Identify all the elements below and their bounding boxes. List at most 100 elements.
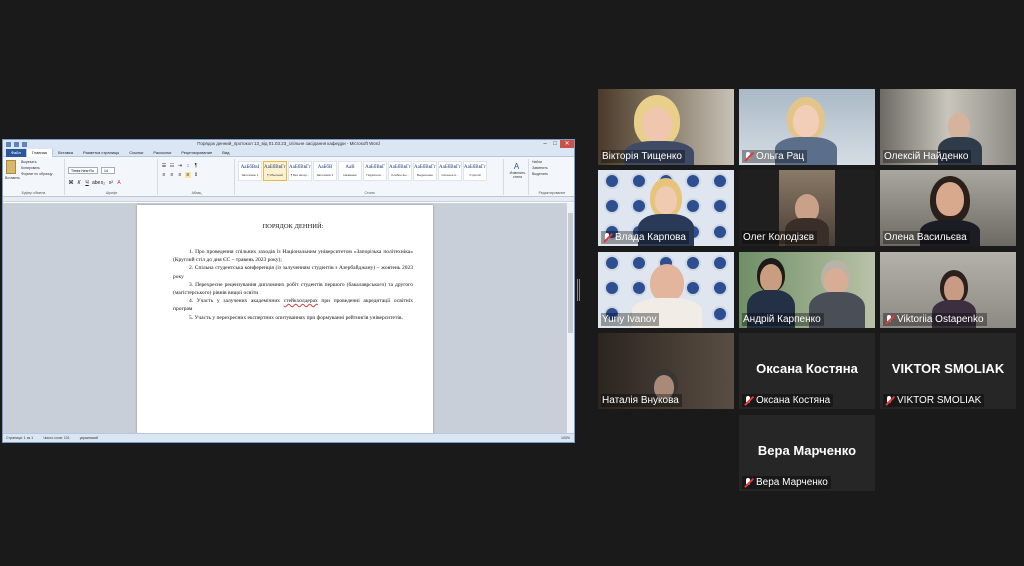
style-item[interactable]: AaБбВвI Заголовок 1 [238,161,262,181]
tab-insert[interactable]: Вставка [53,149,78,157]
paragraph-group-label: Абзац [191,191,202,195]
participant-tile[interactable]: Yuriy Ivanov [598,252,734,328]
paste-button[interactable]: Вставить [3,175,20,181]
panel-splitter-handle[interactable] [577,279,580,301]
tab-home[interactable]: Главная [25,148,54,157]
style-item[interactable]: AaБбВвГг ¶ Без интер... [288,161,312,181]
doc-item-1: 1. Про проведення спільних заходів із На… [173,249,413,264]
indent-button[interactable]: ⇥ [177,163,183,169]
status-words[interactable]: Число слов: 101 [43,436,69,440]
style-sample: AaБбВвГ [365,165,385,170]
document-area: ПОРЯДОК ДЕННИЙ: 1. Про проведення спільн… [3,203,566,442]
style-name: Строгий [469,173,481,177]
tab-file[interactable]: Файл [6,148,26,157]
italic-button[interactable]: К [76,180,82,186]
status-bar: Страница: 1 из 1 Число слов: 101 украинс… [3,433,574,442]
underline-button[interactable]: Ч [84,180,90,186]
style-sample: AaБбВвГг [389,165,411,170]
align-center-button[interactable]: ≡ [169,172,175,178]
style-sample: AaБбВвГг [439,165,461,170]
style-item[interactable]: AaБбВвГг Строгий [463,161,487,181]
doc-item-4: 4. Участь у залучених академічних стейкх… [173,297,413,313]
pilcrow-button[interactable]: ¶ [193,163,199,169]
doc-item-4-misspelled: стейкхолдерах [283,298,318,305]
align-left-button[interactable]: ≡ [161,172,167,178]
style-item[interactable]: AaБбВ Заголовок 2 [313,161,337,181]
participant-name-banner: Вера Марченко [757,443,857,458]
style-item[interactable]: AaБбВвГг Сильное в... [438,161,462,181]
style-item[interactable]: AaБбВвГ Подзаголо... [363,161,387,181]
participant-tile[interactable]: Вера Марченко Вера Марченко [739,415,875,491]
bullets-button[interactable]: ☰ [161,163,167,169]
font-name-select[interactable]: Times New Ro [68,167,98,174]
participant-tile[interactable]: Вікторія Тищенко [598,89,734,165]
muted-mic-icon [602,232,612,243]
font-color-button[interactable]: A [116,180,122,186]
style-name: Заголовок 1 [241,173,259,177]
font-size-select[interactable]: 14 [101,167,115,174]
document-page[interactable]: ПОРЯДОК ДЕННИЙ: 1. Про проведення спільн… [137,205,433,442]
tab-review[interactable]: Рецензирование [176,149,217,157]
paste-icon[interactable] [6,160,16,174]
sort-button[interactable]: ↕ [185,163,191,169]
select-button[interactable]: Выделить [530,171,574,177]
format-painter-button[interactable]: Формат по образцу [19,171,52,177]
doc-item-3: 3. Перехресне рецензування дипломних роб… [173,281,413,297]
tab-view[interactable]: Вид [217,149,234,157]
doc-item-2: 2. Спільна студентська конференція (із з… [173,265,413,280]
style-item[interactable]: AaБбВвГг Выделение [413,161,437,181]
superscript-button[interactable]: x² [108,180,114,186]
scrollbar-thumb[interactable] [568,213,573,333]
close-button[interactable]: ✕ [560,140,574,148]
participant-tile[interactable]: Влада Карпова [598,170,734,246]
vertical-scrollbar[interactable] [566,203,574,433]
participant-name-banner: Оксана Костяна [756,361,858,376]
minimize-button[interactable]: – [540,140,550,148]
style-item[interactable]: AaB Название [338,161,362,181]
tab-references[interactable]: Ссылки [124,149,148,157]
ruler [3,197,574,202]
participant-name: Ольга Рац [742,150,808,163]
style-name: Заголовок 2 [316,173,334,177]
maximize-button[interactable]: □ [550,140,560,148]
word-titlebar: Порядок денний_протокол 13_від 01.03.23_… [3,140,574,149]
align-right-button[interactable]: ≡ [177,172,183,178]
style-item[interactable]: AaБбВвГг ¶ Обычный [263,161,287,181]
participant-tile[interactable]: Оксана Костяна Оксана Костяна [739,333,875,409]
participant-name: Оксана Костяна [742,394,834,407]
status-page[interactable]: Страница: 1 из 1 [6,436,33,440]
doc-heading: ПОРЯДОК ДЕННИЙ: [262,223,324,230]
participant-tile[interactable]: Наталія Внукова [598,333,734,409]
style-sample: AaБбВвГг [264,165,286,170]
participant-tile[interactable]: Олексій Найденко [880,89,1016,165]
subscript-button[interactable]: x₂ [100,180,106,186]
participant-name: VIKTOR SMOLIAK [883,394,985,407]
tab-page-layout[interactable]: Разметка страницы [78,149,124,157]
muted-mic-icon [884,314,894,325]
participant-name: Вера Марченко [742,476,831,489]
ribbon-tabs: Файл Главная Вставка Разметка страницы С… [3,148,574,157]
participant-tile[interactable]: Андрій Карпенко [739,252,875,328]
strikethrough-button[interactable]: abe [92,180,100,186]
participant-name: Вікторія Тищенко [601,150,685,163]
status-zoom[interactable]: 100% [561,436,574,440]
participant-tile[interactable]: Олег Колодізєв [739,170,875,246]
participant-tile-active-speaker[interactable]: Олена Васильєва [880,170,1016,246]
participant-tile[interactable]: Viktoriia Ostapenko [880,252,1016,328]
muted-mic-icon [743,151,753,162]
participant-tile[interactable]: Ольга Рац [739,89,875,165]
change-styles-button[interactable]: Изменить стили [505,171,528,179]
bold-button[interactable]: Ж [68,180,74,186]
style-item[interactable]: AaБбВвГг Слабое вы... [388,161,412,181]
style-sample: AaБбВвГг [464,165,486,170]
participant-tile[interactable]: VIKTOR SMOLIAK VIKTOR SMOLIAK [880,333,1016,409]
numbering-button[interactable]: ☷ [169,163,175,169]
change-styles-icon[interactable]: A [505,162,528,171]
participant-name: Андрій Карпенко [742,313,824,326]
line-spacing-button[interactable]: ⇕ [193,172,199,178]
tab-mailings[interactable]: Рассылки [148,149,176,157]
ribbon: Вставить Вырезать Копировать Формат по о… [3,157,574,197]
participant-name: Олег Колодізєв [742,231,818,244]
status-language[interactable]: украинский [80,436,98,440]
justify-button[interactable]: ≡ [185,172,191,178]
